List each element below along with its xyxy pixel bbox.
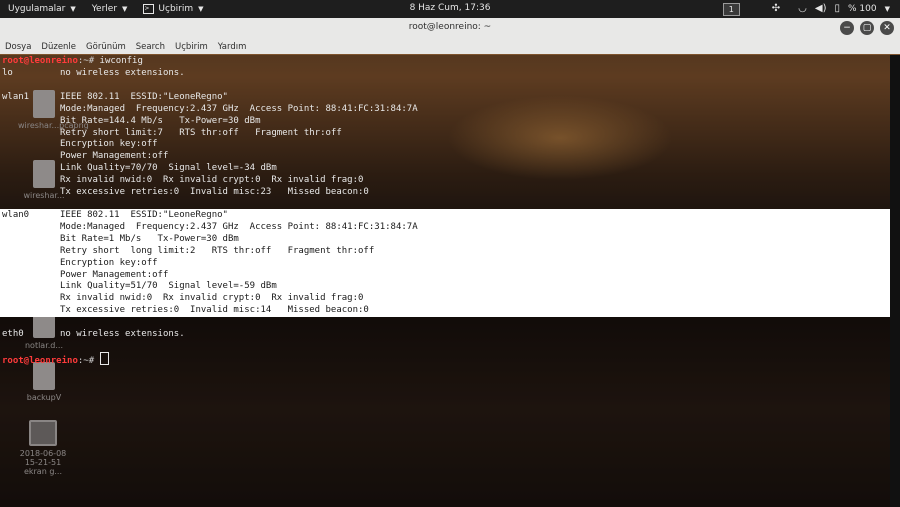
extensions-icon[interactable]: ✣ [772, 0, 780, 18]
output-line: no wireless extensions. [60, 68, 185, 78]
output-line: Retry short long limit:2 RTS thr:off Fra… [60, 245, 375, 256]
prompt-line: root@leonreino:~# [2, 352, 109, 366]
terminal-app-menu[interactable]: > Uçbirim ▼ [135, 0, 211, 18]
applications-menu[interactable]: Uygulamalar ▼ [0, 0, 84, 18]
output-line: Rx invalid nwid:0 Rx invalid crypt:0 Rx … [60, 175, 364, 186]
top-bar: Uygulamalar ▼ Yerler ▼ > Uçbirim ▼ 8 Haz… [0, 0, 900, 18]
output-line: Mode:Managed Frequency:2.437 GHz Access … [60, 103, 418, 114]
output-line: Link Quality=70/70 Signal level=-34 dBm [60, 163, 277, 174]
maximize-button[interactable]: ▢ [860, 21, 874, 35]
output-line: IEEE 802.11 ESSID:"LeoneRegno" [60, 210, 228, 220]
menu-search[interactable]: Search [131, 42, 170, 52]
output-line: Rx invalid nwid:0 Rx invalid crypt:0 Rx … [60, 293, 364, 304]
output-line: no wireless extensions. [60, 329, 185, 339]
output-line: Encryption key:off [60, 257, 158, 268]
minimize-button[interactable]: − [840, 21, 854, 35]
output-line: Power Management:off [60, 269, 169, 280]
menubar: Dosya Düzenle Görünüm Search Uçbirim Yar… [0, 40, 900, 54]
close-button[interactable]: ✕ [880, 21, 894, 35]
volume-icon[interactable]: ◀) [815, 0, 827, 18]
menu-view[interactable]: Görünüm [81, 42, 131, 52]
menu-help[interactable]: Yardım [213, 42, 252, 52]
chevron-down-icon[interactable]: ▼ [885, 5, 890, 13]
menu-terminal[interactable]: Uçbirim [170, 42, 213, 52]
interface-name: lo [2, 68, 13, 78]
menu-file[interactable]: Dosya [0, 42, 36, 52]
output-line: Power Management:off [60, 151, 169, 162]
workspace-indicator[interactable]: 1 [722, 2, 740, 16]
command-text: iwconfig [94, 56, 143, 66]
terminal-output[interactable]: root@leonreino:~# iwconfig lo no wireless… [0, 55, 890, 507]
prompt-line: root@leonreino:~# iwconfig [2, 55, 143, 67]
battery-level[interactable]: % 100 [848, 4, 877, 14]
prompt-user: root@leonreino [2, 56, 78, 66]
terminal-app-icon: > [143, 4, 155, 14]
chevron-down-icon: ▼ [198, 5, 204, 13]
terminal-app-label: Uçbirim [158, 4, 194, 14]
chevron-down-icon: ▼ [70, 5, 76, 13]
output-line: Link Quality=51/70 Signal level=-59 dBm [60, 281, 277, 292]
output-line: Mode:Managed Frequency:2.437 GHz Access … [60, 221, 418, 232]
places-menu[interactable]: Yerler ▼ [84, 0, 136, 18]
wifi-icon[interactable]: ◡ [798, 0, 807, 18]
battery-icon[interactable]: ▯ [835, 0, 841, 18]
text-cursor [99, 352, 109, 365]
window-titlebar[interactable]: root@leonreino: ~ − ▢ ✕ [0, 18, 900, 41]
output-line: IEEE 802.11 ESSID:"LeoneRegno" [60, 91, 228, 102]
output-line: Bit Rate=1 Mb/s Tx-Power=30 dBm [60, 233, 239, 244]
menu-edit[interactable]: Düzenle [36, 42, 81, 52]
interface-name: wlan0 [2, 210, 30, 220]
output-line: Encryption key:off [60, 139, 158, 150]
places-label: Yerler [91, 4, 118, 14]
interface-name: eth0 [2, 329, 24, 339]
output-line: Retry short limit:7 RTS thr:off Fragment… [60, 127, 342, 138]
applications-label: Uygulamalar [8, 4, 66, 14]
prompt-user: root@leonreino [2, 356, 78, 366]
interface-name: wlan1 [2, 91, 30, 102]
scrollbar[interactable] [890, 55, 900, 507]
prompt-path: :~# [77, 56, 95, 66]
output-line: Tx excessive retries:0 Invalid misc:23 M… [60, 187, 369, 197]
selected-text-block[interactable]: wlan0 IEEE 802.11 ESSID:"LeoneRegno" Mode:… [0, 209, 890, 317]
window-title: root@leonreino: ~ [408, 22, 492, 32]
output-line: Bit Rate=144.4 Mb/s Tx-Power=30 dBm [60, 115, 261, 126]
clock[interactable]: 8 Haz Cum, 17:36 [410, 3, 491, 13]
prompt-path: :~# [77, 356, 95, 366]
output-line: Tx excessive retries:0 Invalid misc:14 M… [60, 305, 369, 316]
chevron-down-icon: ▼ [122, 5, 128, 13]
